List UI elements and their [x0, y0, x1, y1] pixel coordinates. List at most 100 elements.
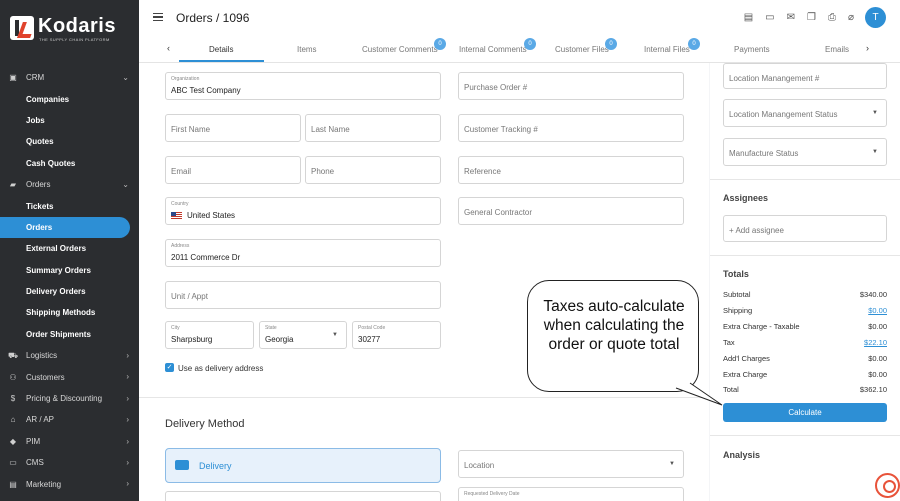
dropdown-caret-icon: ▼	[872, 149, 878, 155]
sidebar-item-orders[interactable]: ▰ Orders ⌄	[0, 174, 139, 195]
sidebar-item-jobs[interactable]: Jobs	[0, 110, 139, 131]
sidebar-item-summary-orders[interactable]: Summary Orders	[0, 260, 139, 281]
manufacture-status-select[interactable]: Manufacture Status ▼	[723, 138, 887, 166]
sidebar-item-label: Companies	[26, 94, 70, 104]
use-as-delivery-checkbox[interactable]: ✓	[165, 363, 174, 372]
city-field[interactable]: City Sharpsburg	[165, 321, 254, 349]
location-management-field[interactable]: Location Manangement #	[723, 63, 887, 89]
chevron-right-icon: ›	[126, 351, 129, 361]
sidebar-item-cms[interactable]: ▭ CMS ›	[0, 452, 139, 473]
sidebar-item-label: Customers	[26, 372, 65, 382]
sidebar-item-pricing-discounting[interactable]: $ Pricing & Discounting ›	[0, 388, 139, 409]
totals-row: Subtotal $340.00	[723, 290, 887, 299]
sidebar-item-pim[interactable]: ◆ PIM ›	[0, 431, 139, 452]
delivery-notes-field[interactable]	[165, 491, 441, 501]
assignees-title: Assignees	[723, 193, 769, 203]
address-field[interactable]: Address 2011 Commerce Dr	[165, 239, 441, 267]
active-tab-indicator	[179, 60, 264, 62]
tab-customer-files[interactable]: Customer Files 0	[555, 38, 617, 54]
sidebar-item-cash-quotes[interactable]: Cash Quotes	[0, 153, 139, 174]
sidebar-item-ar-ap[interactable]: ⌂ AR / AP ›	[0, 409, 139, 430]
sidebar-item-external-orders[interactable]: External Orders	[0, 238, 139, 259]
chat-help-icon[interactable]	[875, 473, 900, 498]
tab-internal-comments[interactable]: Internal Comments 0	[459, 38, 536, 54]
sidebar-item-label: CMS	[26, 458, 44, 468]
panel-divider	[710, 179, 900, 180]
tab-scroll-left-icon[interactable]: ‹	[167, 43, 170, 53]
purchase-order-field[interactable]: Purchase Order #	[458, 72, 684, 100]
tab-items[interactable]: Items	[297, 45, 317, 54]
tab-internal-files[interactable]: Internal Files 0	[644, 38, 700, 54]
panel-divider	[710, 435, 900, 436]
sidebar-item-label: PIM	[26, 436, 41, 446]
analysis-title: Analysis	[723, 450, 761, 460]
first-name-field[interactable]: First Name	[165, 114, 301, 142]
logo-mark-icon	[10, 16, 34, 40]
sidebar-item-label: Tickets	[26, 201, 54, 211]
receipt-icon[interactable]: ▤	[744, 12, 753, 23]
avatar[interactable]: T	[865, 7, 886, 28]
chevron-down-icon: ⌄	[122, 179, 129, 189]
sidebar-item-shipping-methods[interactable]: Shipping Methods	[0, 302, 139, 323]
bank-icon: ⌂	[10, 415, 16, 425]
logo-wordmark: Kodaris	[38, 15, 116, 37]
sidebar-item-label: CRM	[26, 73, 45, 83]
requested-delivery-date-field[interactable]: Requested Delivery Date	[458, 487, 684, 501]
country-select[interactable]: Country United States	[165, 197, 441, 225]
tab-details[interactable]: Details	[209, 45, 233, 54]
sidebar-item-label: Orders	[26, 222, 53, 232]
sidebar-item-quotes[interactable]: Quotes	[0, 131, 139, 152]
add-assignee-field[interactable]: + Add assignee	[723, 215, 887, 242]
reference-field[interactable]: Reference	[458, 156, 684, 184]
attachment-icon[interactable]: ⌀	[848, 12, 854, 23]
last-name-field[interactable]: Last Name	[305, 114, 441, 142]
location-select[interactable]: Location ▼	[458, 450, 684, 478]
menu-icon[interactable]	[153, 13, 163, 21]
tax-link[interactable]: $22.10	[864, 338, 887, 347]
general-contractor-field[interactable]: General Contractor	[458, 197, 684, 225]
sidebar-item-orders[interactable]: Orders	[0, 216, 130, 239]
totals-row: Extra Charge - Taxable $0.00	[723, 322, 887, 331]
chevron-right-icon: ›	[126, 393, 129, 403]
sidebar-item-label: Shipping Methods	[26, 308, 96, 318]
dropdown-caret-icon: ▼	[669, 461, 675, 467]
tab-emails[interactable]: Emails	[825, 45, 849, 54]
kodaris-logo[interactable]: Kodaris THE SUPPLY CHAIN PLATFORM	[10, 14, 115, 42]
truck-icon: ▰	[9, 180, 17, 190]
sidebar-item-delivery-orders[interactable]: Delivery Orders	[0, 281, 139, 302]
callout-text: Taxes auto-calculate when calculating th…	[543, 298, 685, 353]
delivery-method-title: Delivery Method	[165, 418, 245, 430]
location-management-status-select[interactable]: Location Manangement Status ▼	[723, 99, 887, 127]
postal-code-field[interactable]: Postal Code 30277	[352, 321, 441, 349]
copy-icon[interactable]: ❐	[807, 12, 816, 23]
sidebar-item-crm[interactable]: ▣ CRM ⌄	[0, 67, 139, 88]
page-title: Orders / 1096	[176, 11, 250, 25]
chevron-right-icon: ›	[126, 436, 129, 446]
download-doc-icon[interactable]: ⎙	[828, 12, 836, 23]
dollar-icon: $	[10, 394, 16, 404]
unit-field[interactable]: Unit / Appt	[165, 281, 441, 309]
sidebar-item-order-shipments[interactable]: Order Shipments	[0, 324, 139, 345]
sidebar-item-customers[interactable]: ⚇ Customers ›	[0, 366, 139, 387]
sidebar-item-companies[interactable]: Companies	[0, 88, 139, 109]
email-field[interactable]: Email	[165, 156, 301, 184]
delivery-option-button[interactable]: Delivery	[165, 448, 441, 483]
tab-scroll-right-icon[interactable]: ›	[866, 43, 869, 53]
calculate-button[interactable]: Calculate	[723, 403, 887, 422]
tab-payments[interactable]: Payments	[734, 45, 770, 54]
card-icon[interactable]: ▭	[765, 12, 774, 23]
sidebar-item-label: Delivery Orders	[26, 287, 86, 297]
sidebar-item-tickets[interactable]: Tickets	[0, 195, 139, 216]
sidebar-item-label: Order Shipments	[26, 329, 91, 339]
state-select[interactable]: State Georgia ▼	[259, 321, 347, 349]
shipping-link[interactable]: $0.00	[868, 306, 887, 315]
phone-field[interactable]: Phone	[305, 156, 441, 184]
mail-icon[interactable]: ✉	[787, 12, 795, 23]
totals-title: Totals	[723, 269, 749, 279]
organization-field[interactable]: Organization ABC Test Company	[165, 72, 441, 100]
logistics-icon: ⛟	[8, 350, 19, 360]
sidebar-item-marketing[interactable]: ▤ Marketing ›	[0, 473, 139, 494]
tab-customer-comments[interactable]: Customer Comments 0	[362, 38, 446, 54]
sidebar-item-logistics[interactable]: ⛟ Logistics ›	[0, 345, 139, 366]
customer-tracking-field[interactable]: Customer Tracking #	[458, 114, 684, 142]
